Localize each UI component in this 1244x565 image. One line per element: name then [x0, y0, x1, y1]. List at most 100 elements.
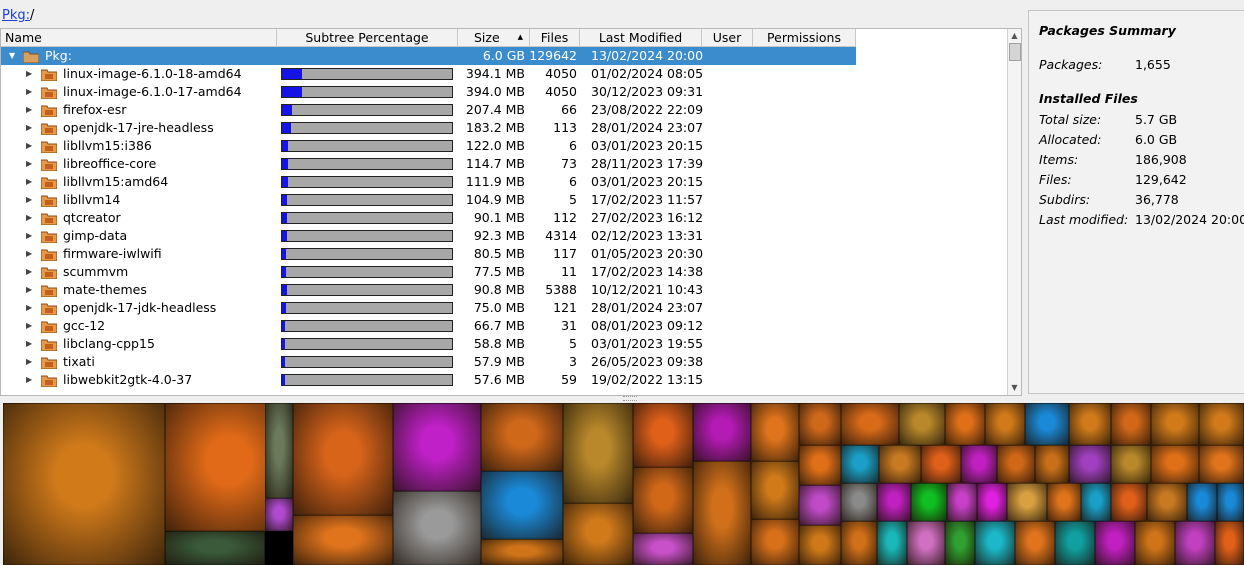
- treemap-tile[interactable]: [911, 483, 947, 521]
- expand-arrow-icon[interactable]: ▶: [26, 191, 32, 209]
- expand-arrow-icon[interactable]: ▶: [26, 227, 32, 245]
- tree-row[interactable]: ▶ openjdk-17-jdk-headless 75.0 MB 121 28/01/…: [1, 299, 1006, 317]
- treemap-tile[interactable]: [841, 521, 877, 565]
- column-header-last-modified[interactable]: Last Modified: [580, 29, 702, 46]
- treemap-tile[interactable]: [799, 525, 841, 565]
- tree-row[interactable]: ▶ libwebkit2gtk-4.0-37 57.6 MB 59 19/02/2022…: [1, 371, 1006, 389]
- tree-row[interactable]: ▶ firefox-esr 207.4 MB 66 23/08/2022 22:09: [1, 101, 1006, 119]
- treemap-tile[interactable]: [921, 445, 961, 483]
- treemap-tile[interactable]: [751, 461, 799, 519]
- treemap-tile[interactable]: [3, 403, 165, 565]
- treemap-tile[interactable]: [265, 498, 293, 531]
- scroll-down-icon[interactable]: ▼: [1008, 381, 1021, 395]
- tree-row[interactable]: ▶ linux-image-6.1.0-17-amd64 394.0 MB 4050 3…: [1, 83, 1006, 101]
- treemap-tile[interactable]: [165, 531, 265, 565]
- treemap-tile[interactable]: [1069, 445, 1111, 483]
- treemap-tile[interactable]: [393, 491, 481, 565]
- expand-arrow-icon[interactable]: ▶: [26, 209, 32, 227]
- expand-arrow-icon[interactable]: ▶: [26, 263, 32, 281]
- scrollbar-thumb[interactable]: [1009, 43, 1021, 61]
- treemap-tile[interactable]: [293, 403, 393, 515]
- treemap-tile[interactable]: [1215, 521, 1244, 565]
- treemap-tile[interactable]: [977, 483, 1007, 521]
- treemap-tile[interactable]: [481, 403, 563, 471]
- treemap-tile[interactable]: [1111, 403, 1151, 445]
- tree-row[interactable]: ▶ linux-image-6.1.0-18-amd64 394.1 MB 4050 0…: [1, 65, 1006, 83]
- expand-arrow-icon[interactable]: ▶: [26, 299, 32, 317]
- treemap-tile[interactable]: [563, 403, 633, 503]
- column-header-size[interactable]: Size ▲: [458, 29, 530, 46]
- breadcrumb-pkg-link[interactable]: Pkg:: [2, 8, 30, 23]
- column-header-name[interactable]: Name: [1, 29, 277, 46]
- treemap-tile[interactable]: [693, 403, 751, 461]
- treemap-tile[interactable]: [1199, 445, 1244, 483]
- treemap-tile[interactable]: [1217, 483, 1244, 521]
- tree-row[interactable]: ▶ qtcreator 90.1 MB 112 27/02/2023 16:12: [1, 209, 1006, 227]
- treemap-tile[interactable]: [1069, 403, 1111, 445]
- expand-arrow-icon[interactable]: ▶: [26, 155, 32, 173]
- expand-arrow-icon[interactable]: ▶: [26, 65, 32, 83]
- treemap-tile[interactable]: [1111, 445, 1151, 483]
- treemap-tile[interactable]: [1111, 483, 1147, 521]
- treemap-tile[interactable]: [563, 503, 633, 565]
- treemap-tile[interactable]: [879, 445, 921, 483]
- treemap-tile[interactable]: [1151, 403, 1199, 445]
- tree-row[interactable]: ▶ gimp-data 92.3 MB 4314 02/12/2023 13:31: [1, 227, 1006, 245]
- treemap-tile[interactable]: [899, 403, 945, 445]
- tree-row[interactable]: ▶ libclang-cpp15 58.8 MB 5 03/01/2023 19:55: [1, 335, 1006, 353]
- expand-arrow-icon[interactable]: ▶: [26, 83, 32, 101]
- treemap-tile[interactable]: [947, 483, 977, 521]
- expand-arrow-icon[interactable]: ▶: [26, 335, 32, 353]
- tree-row[interactable]: ▶ firmware-iwlwifi 80.5 MB 117 01/05/2023 20…: [1, 245, 1006, 263]
- treemap-tile[interactable]: [751, 519, 799, 565]
- treemap-tile[interactable]: [997, 445, 1035, 483]
- package-tree-view[interactable]: Name Subtree Percentage Size ▲ Files Last…: [0, 28, 1022, 396]
- treemap-tile[interactable]: [1007, 483, 1047, 521]
- treemap-tile[interactable]: [841, 403, 899, 445]
- column-header-permissions[interactable]: Permissions: [753, 29, 856, 46]
- expand-arrow-icon[interactable]: ▶: [26, 245, 32, 263]
- treemap-tile[interactable]: [1055, 521, 1095, 565]
- scroll-up-icon[interactable]: ▲: [1008, 29, 1021, 43]
- tree-row[interactable]: ▶ libreoffice-core 114.7 MB 73 28/11/2023 17…: [1, 155, 1006, 173]
- treemap-tile[interactable]: [799, 403, 841, 445]
- treemap-tile[interactable]: [1025, 403, 1069, 445]
- treemap-tile[interactable]: [961, 445, 997, 483]
- expand-arrow-icon[interactable]: ▶: [26, 119, 32, 137]
- treemap-tile[interactable]: [841, 445, 879, 483]
- tree-row[interactable]: ▶ openjdk-17-jre-headless 183.2 MB 113 28/01…: [1, 119, 1006, 137]
- treemap-tile[interactable]: [945, 403, 985, 445]
- treemap-tile[interactable]: [841, 483, 877, 521]
- splitter-handle[interactable]: [623, 396, 637, 401]
- treemap-tile[interactable]: [265, 403, 293, 498]
- treemap-tile[interactable]: [481, 539, 563, 565]
- expand-arrow-icon[interactable]: ▶: [26, 173, 32, 191]
- expand-arrow-icon[interactable]: ▶: [26, 317, 32, 335]
- treemap-tile[interactable]: [1187, 483, 1217, 521]
- treemap-tile[interactable]: [1035, 445, 1069, 483]
- tree-row[interactable]: ▶ mate-themes 90.8 MB 5388 10/12/2021 10:43: [1, 281, 1006, 299]
- treemap-tile[interactable]: [945, 521, 975, 565]
- tree-row[interactable]: ▶ tixati 57.9 MB 3 26/05/2023 09:38: [1, 353, 1006, 371]
- expand-arrow-icon[interactable]: ▶: [26, 101, 32, 119]
- tree-vertical-scrollbar[interactable]: ▲ ▼: [1007, 29, 1021, 395]
- treemap-tile[interactable]: [481, 471, 563, 539]
- treemap-tile[interactable]: [693, 461, 751, 565]
- treemap-tile[interactable]: [633, 403, 693, 467]
- treemap-tile[interactable]: [1081, 483, 1111, 521]
- treemap-tile[interactable]: [1047, 483, 1081, 521]
- tree-row[interactable]: ▶ libllvm15:i386 122.0 MB 6 03/01/2023 20:15: [1, 137, 1006, 155]
- treemap-tile[interactable]: [1151, 445, 1199, 483]
- treemap-tile[interactable]: [1135, 521, 1175, 565]
- treemap-tile[interactable]: [393, 403, 481, 491]
- treemap-tile[interactable]: [633, 467, 693, 533]
- treemap-tile[interactable]: [985, 403, 1025, 445]
- column-header-user[interactable]: User: [702, 29, 753, 46]
- tree-row[interactable]: ▶ gcc-12 66.7 MB 31 08/01/2023 09:12: [1, 317, 1006, 335]
- expand-arrow-icon[interactable]: ▶: [26, 281, 32, 299]
- tree-row[interactable]: ▶ libllvm15:amd64 111.9 MB 6 03/01/2023 20:1…: [1, 173, 1006, 191]
- treemap-tile[interactable]: [1147, 483, 1187, 521]
- treemap-tile[interactable]: [877, 483, 911, 521]
- column-header-subtree-percentage[interactable]: Subtree Percentage: [277, 29, 458, 46]
- treemap-tile[interactable]: [1095, 521, 1135, 565]
